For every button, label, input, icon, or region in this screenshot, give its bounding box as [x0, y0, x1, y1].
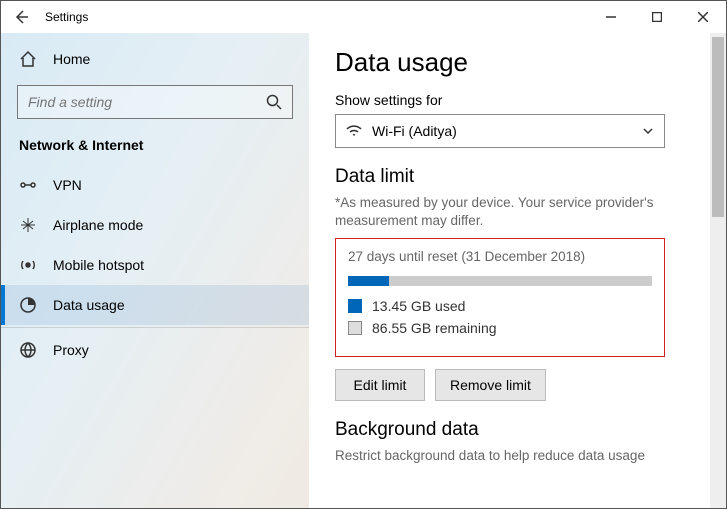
airplane-icon [19, 216, 37, 234]
button-label: Remove limit [450, 377, 531, 393]
background-data-heading: Background data [335, 419, 700, 441]
sidebar: Home Network & Internet VPN Airplane mod… [1, 33, 309, 508]
wifi-icon [346, 123, 362, 139]
minimize-button[interactable] [588, 1, 634, 33]
minimize-icon [606, 12, 616, 22]
search-input[interactable] [28, 94, 266, 110]
sidebar-item-label: Airplane mode [53, 217, 143, 233]
search-icon [266, 94, 282, 110]
close-icon [698, 12, 708, 22]
dropdown-value: Wi-Fi (Aditya) [372, 123, 632, 139]
reset-text: 27 days until reset (31 December 2018) [348, 249, 652, 264]
main-content: Data usage Show settings for Wi-Fi (Adit… [309, 33, 726, 508]
network-dropdown[interactable]: Wi-Fi (Aditya) [335, 114, 665, 148]
sidebar-item-vpn[interactable]: VPN [1, 165, 309, 205]
remove-limit-button[interactable]: Remove limit [435, 369, 546, 401]
back-button[interactable] [1, 1, 41, 33]
hotspot-icon [19, 256, 37, 274]
sidebar-item-airplane[interactable]: Airplane mode [1, 205, 309, 245]
sidebar-item-home[interactable]: Home [1, 39, 309, 79]
edit-limit-button[interactable]: Edit limit [335, 369, 425, 401]
close-button[interactable] [680, 1, 726, 33]
maximize-icon [652, 12, 662, 22]
proxy-icon [19, 341, 37, 359]
data-limit-note: *As measured by your device. Your servic… [335, 194, 700, 230]
sidebar-section-header: Network & Internet [1, 131, 309, 165]
legend-swatch-remaining [348, 321, 362, 335]
sidebar-item-proxy[interactable]: Proxy [1, 330, 309, 370]
divider [1, 327, 309, 328]
show-settings-label: Show settings for [335, 92, 700, 108]
sidebar-item-label: Mobile hotspot [53, 257, 144, 273]
sidebar-item-label: Data usage [53, 297, 125, 313]
arrow-left-icon [13, 9, 29, 25]
sidebar-item-label: Proxy [53, 342, 89, 358]
button-label: Edit limit [354, 377, 407, 393]
maximize-button[interactable] [634, 1, 680, 33]
sidebar-item-label: Home [53, 51, 90, 67]
page-title: Data usage [335, 47, 700, 78]
legend-used: 13.45 GB used [348, 298, 652, 314]
titlebar: Settings [1, 1, 726, 33]
legend-remaining: 86.55 GB remaining [348, 320, 652, 336]
usage-bar [348, 276, 652, 286]
chevron-down-icon [642, 125, 654, 137]
legend-remaining-text: 86.55 GB remaining [372, 320, 497, 336]
sidebar-item-hotspot[interactable]: Mobile hotspot [1, 245, 309, 285]
data-limit-panel: 27 days until reset (31 December 2018) 1… [335, 238, 665, 357]
data-limit-heading: Data limit [335, 166, 700, 188]
vpn-icon [19, 176, 37, 194]
search-box[interactable] [17, 85, 293, 119]
scrollbar-thumb[interactable] [712, 37, 724, 217]
sidebar-item-data-usage[interactable]: Data usage [1, 285, 309, 325]
legend-used-text: 13.45 GB used [372, 298, 465, 314]
usage-bar-fill [348, 276, 389, 286]
data-usage-icon [19, 296, 37, 314]
sidebar-item-label: VPN [53, 177, 82, 193]
window-title: Settings [41, 10, 88, 24]
background-data-text: Restrict background data to help reduce … [335, 447, 700, 465]
home-icon [19, 50, 37, 68]
legend-swatch-used [348, 299, 362, 313]
scrollbar[interactable] [710, 33, 726, 508]
